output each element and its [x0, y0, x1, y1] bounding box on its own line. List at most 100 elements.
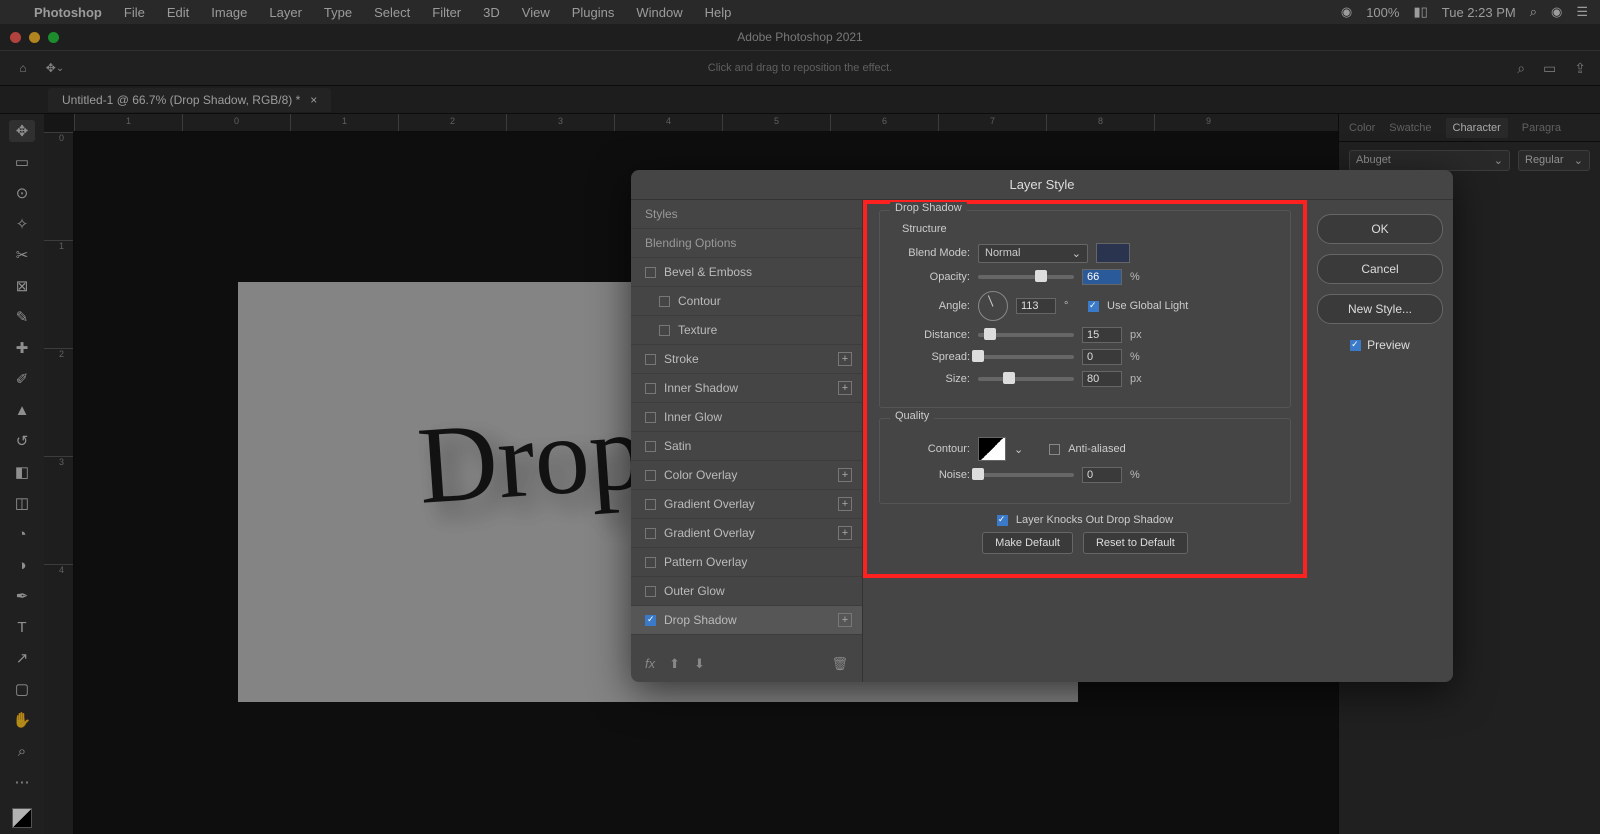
trash-icon[interactable]: 🗑: [831, 656, 848, 672]
pen-tool[interactable]: ✒: [9, 585, 35, 607]
new-style-button[interactable]: New Style...: [1317, 294, 1443, 324]
eff-satin[interactable]: Satin: [631, 432, 862, 461]
brush-tool[interactable]: ✐: [9, 368, 35, 390]
checkbox-icon[interactable]: [645, 470, 656, 481]
spread-slider[interactable]: [978, 355, 1074, 359]
battery-icon[interactable]: ▮▯: [1413, 4, 1427, 20]
menu-layer[interactable]: Layer: [269, 5, 302, 20]
siri-icon[interactable]: ◉: [1551, 4, 1562, 20]
fx-menu-icon[interactable]: fx: [645, 656, 655, 672]
document-tab[interactable]: Untitled-1 @ 66.7% (Drop Shadow, RGB/8) …: [48, 88, 331, 112]
shadow-color-chip[interactable]: [1096, 243, 1130, 263]
lasso-tool[interactable]: ⊙: [9, 182, 35, 204]
blur-tool[interactable]: ◔: [9, 523, 35, 545]
preview-checkbox[interactable]: [1350, 340, 1361, 351]
home-icon[interactable]: ⌂: [14, 59, 32, 77]
dodge-tool[interactable]: ◑: [9, 554, 35, 576]
menu-image[interactable]: Image: [211, 5, 247, 20]
blending-options[interactable]: Blending Options: [631, 229, 862, 258]
minimize-window-button[interactable]: [29, 32, 40, 43]
crop-tool[interactable]: ✂: [9, 244, 35, 266]
add-effect-icon[interactable]: +: [838, 526, 852, 540]
eraser-tool[interactable]: ◧: [9, 461, 35, 483]
checkbox-icon[interactable]: [659, 325, 670, 336]
tab-swatches[interactable]: Swatche: [1389, 122, 1431, 134]
noise-slider[interactable]: [978, 473, 1074, 477]
eff-gradient-overlay[interactable]: Gradient Overlay+: [631, 490, 862, 519]
font-family-select[interactable]: Abuget⌄: [1349, 150, 1510, 171]
tab-paragraph[interactable]: Paragra: [1522, 122, 1561, 134]
menu-filter[interactable]: Filter: [432, 5, 461, 20]
eff-outer-glow[interactable]: Outer Glow: [631, 577, 862, 606]
checkbox-icon[interactable]: [659, 296, 670, 307]
tab-color[interactable]: Color: [1349, 122, 1375, 134]
size-input[interactable]: 80: [1082, 371, 1122, 387]
checkbox-icon[interactable]: [645, 267, 656, 278]
menu-3d[interactable]: 3D: [483, 5, 500, 20]
checkbox-icon[interactable]: [645, 412, 656, 423]
menu-file[interactable]: File: [124, 5, 145, 20]
share-icon[interactable]: ⇪: [1574, 60, 1586, 77]
checkbox-icon[interactable]: [645, 383, 656, 394]
distance-input[interactable]: 15: [1082, 327, 1122, 343]
more-tools[interactable]: ⋯: [9, 771, 35, 793]
checkbox-icon[interactable]: [645, 354, 656, 365]
zoom-tool[interactable]: ⌕: [9, 740, 35, 762]
eff-stroke[interactable]: Stroke+: [631, 345, 862, 374]
angle-dial[interactable]: [978, 291, 1008, 321]
chevron-down-icon[interactable]: ⌄: [1014, 443, 1023, 456]
zoom-window-button[interactable]: [48, 32, 59, 43]
close-window-button[interactable]: [10, 32, 21, 43]
move-tool[interactable]: ✥: [9, 120, 35, 142]
heal-tool[interactable]: ✚: [9, 337, 35, 359]
menu-select[interactable]: Select: [374, 5, 410, 20]
marquee-tool[interactable]: ▭: [9, 151, 35, 173]
search-icon[interactable]: ⌕: [1517, 60, 1525, 77]
color-swatch[interactable]: [12, 808, 32, 828]
opacity-slider[interactable]: [978, 275, 1074, 279]
add-effect-icon[interactable]: +: [838, 613, 852, 627]
spread-input[interactable]: 0: [1082, 349, 1122, 365]
eff-texture[interactable]: Texture: [631, 316, 862, 345]
shape-tool[interactable]: ▢: [9, 678, 35, 700]
control-center-icon[interactable]: ☰: [1576, 4, 1588, 20]
eff-contour[interactable]: Contour: [631, 287, 862, 316]
menu-view[interactable]: View: [522, 5, 550, 20]
checkbox-icon[interactable]: [645, 615, 656, 626]
wand-tool[interactable]: ✧: [9, 213, 35, 235]
path-tool[interactable]: ↗: [9, 647, 35, 669]
eff-gradient-overlay-2[interactable]: Gradient Overlay+: [631, 519, 862, 548]
menu-plugins[interactable]: Plugins: [572, 5, 615, 20]
checkbox-icon[interactable]: [645, 441, 656, 452]
size-slider[interactable]: [978, 377, 1074, 381]
cancel-button[interactable]: Cancel: [1317, 254, 1443, 284]
knockout-checkbox[interactable]: [997, 515, 1008, 526]
move-down-icon[interactable]: ⬇: [694, 656, 705, 672]
eff-color-overlay[interactable]: Color Overlay+: [631, 461, 862, 490]
checkbox-icon[interactable]: [645, 528, 656, 539]
checkbox-icon[interactable]: [645, 586, 656, 597]
contour-picker[interactable]: [978, 437, 1006, 461]
global-light-checkbox[interactable]: [1088, 301, 1099, 312]
ok-button[interactable]: OK: [1317, 214, 1443, 244]
history-brush-tool[interactable]: ↺: [9, 430, 35, 452]
frame-tool[interactable]: ⊠: [9, 275, 35, 297]
wifi-icon[interactable]: ◉: [1341, 4, 1352, 20]
add-effect-icon[interactable]: +: [838, 497, 852, 511]
workspace-icon[interactable]: ▭: [1543, 60, 1556, 77]
spotlight-icon[interactable]: ⌕: [1530, 4, 1537, 20]
distance-slider[interactable]: [978, 333, 1074, 337]
app-name[interactable]: Photoshop: [34, 5, 102, 20]
stamp-tool[interactable]: ▲: [9, 399, 35, 421]
noise-input[interactable]: 0: [1082, 467, 1122, 483]
menu-edit[interactable]: Edit: [167, 5, 189, 20]
move-tool-icon[interactable]: ✥ ⌄: [46, 59, 64, 77]
eyedropper-tool[interactable]: ✎: [9, 306, 35, 328]
angle-input[interactable]: 113: [1016, 298, 1056, 314]
anti-aliased-checkbox[interactable]: [1049, 444, 1060, 455]
eff-drop-shadow[interactable]: Drop Shadow+: [631, 606, 862, 635]
styles-header[interactable]: Styles: [631, 200, 862, 229]
tab-character[interactable]: Character: [1446, 118, 1508, 138]
add-effect-icon[interactable]: +: [838, 381, 852, 395]
hand-tool[interactable]: ✋: [9, 709, 35, 731]
